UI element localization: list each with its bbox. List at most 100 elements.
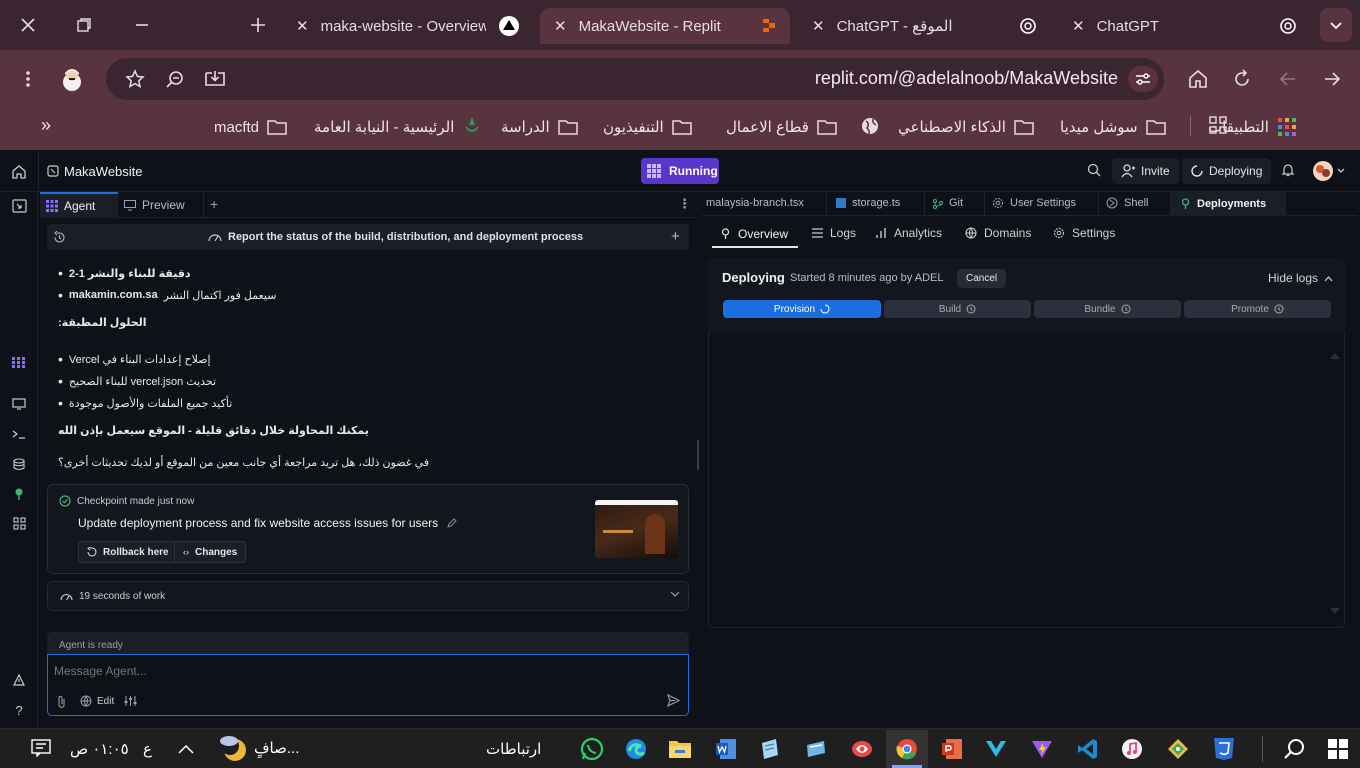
tab-agent[interactable]: Agent	[40, 192, 118, 218]
itunes-icon[interactable]	[1118, 735, 1146, 763]
more-bookmarks-icon[interactable]: »	[34, 113, 58, 137]
tab-git[interactable]: Git	[932, 197, 963, 209]
tab-user-settings[interactable]: User Settings	[992, 197, 1076, 209]
new-thread-icon[interactable]: +	[671, 228, 680, 245]
bookmark-folder[interactable]: الدراسة	[501, 113, 578, 141]
bookmark-link[interactable]: الرئيسية - النيابة العامة	[314, 113, 482, 141]
chevron-down-icon[interactable]	[670, 590, 680, 598]
files-toggle-icon[interactable]	[11, 198, 27, 214]
bell-icon[interactable]	[1280, 162, 1296, 178]
zoom-icon[interactable]	[164, 68, 186, 90]
browser-tab[interactable]: ✕ ChatGPT	[1058, 8, 1312, 44]
rollback-button[interactable]: Rollback here	[78, 541, 178, 563]
add-tab-icon[interactable]: +	[210, 196, 218, 212]
nav-overview[interactable]: Overview	[712, 222, 798, 248]
browser-tab-active[interactable]: ✕ MakaWebsite - Replit	[540, 8, 790, 44]
nav-logs[interactable]: Logs	[812, 226, 856, 240]
tab-deployments[interactable]: Deployments	[1170, 192, 1286, 216]
site-settings-icon[interactable]	[1128, 66, 1158, 92]
edit-mode-button[interactable]: Edit	[80, 695, 114, 707]
bookmark-folder[interactable]: سوشل ميديا	[1060, 113, 1166, 141]
app-icon[interactable]	[802, 735, 830, 763]
scroll-down-icon[interactable]	[1330, 608, 1340, 615]
back-arrow-icon[interactable]	[1320, 67, 1344, 91]
scroll-up-icon[interactable]	[1330, 352, 1340, 359]
tab-file[interactable]: storage.ts	[836, 197, 900, 209]
user-avatar[interactable]	[1310, 158, 1346, 184]
vscode-icon[interactable]	[1074, 735, 1102, 763]
restore-window-icon[interactable]	[70, 12, 98, 38]
browser-tab[interactable]: ✕ maka-website - Overview	[282, 8, 534, 44]
close-tab-icon[interactable]: ✕	[1072, 17, 1085, 35]
hide-logs-button[interactable]: Hide logs	[1268, 271, 1333, 285]
send-icon[interactable]	[667, 694, 680, 707]
bookmark-folder[interactable]: قطاع الاعمال	[726, 113, 837, 141]
changes-button[interactable]: ‹› Changes	[174, 541, 247, 563]
agent-icon[interactable]	[11, 356, 27, 370]
profile-avatar[interactable]	[58, 64, 86, 94]
menu-kebab-icon[interactable]	[14, 66, 42, 92]
tab-groups-icon[interactable]	[1208, 115, 1228, 135]
install-app-icon[interactable]	[203, 68, 227, 90]
forward-arrow-icon[interactable]	[1276, 67, 1300, 91]
weather-widget[interactable]: صافٍ...	[218, 733, 299, 763]
pane-resize-handle[interactable]	[697, 440, 699, 470]
message-input[interactable]	[54, 662, 674, 680]
reload-icon[interactable]	[1230, 67, 1254, 91]
app-icon[interactable]	[756, 735, 784, 763]
checkpoint-thumbnail[interactable]	[595, 500, 678, 558]
attach-icon[interactable]	[55, 694, 67, 708]
deploying-button[interactable]: Deploying	[1182, 158, 1272, 184]
work-summary[interactable]: 19 seconds of work	[47, 581, 689, 611]
home-icon[interactable]	[10, 163, 28, 181]
minimize-window-icon[interactable]	[128, 12, 156, 38]
bug-icon[interactable]	[11, 672, 27, 688]
language-indicator[interactable]: ع	[143, 740, 152, 758]
clock-text[interactable]: ٠١:٠٥ ص	[70, 740, 129, 758]
browser-tab[interactable]: ✕ ChatGPT - الموقع	[798, 8, 1052, 44]
app-icon[interactable]	[1164, 735, 1192, 763]
vscode-alt-icon[interactable]	[982, 735, 1010, 763]
help-icon[interactable]: ?	[11, 702, 27, 718]
nav-domains[interactable]: Domains	[965, 226, 1031, 240]
nav-analytics[interactable]: Analytics	[876, 226, 942, 240]
whatsapp-icon[interactable]	[578, 735, 606, 763]
sliders-icon[interactable]	[124, 695, 137, 707]
history-icon[interactable]	[52, 230, 66, 244]
edge-icon[interactable]	[622, 735, 650, 763]
preview-icon[interactable]	[11, 397, 27, 411]
notifications-icon[interactable]	[30, 738, 52, 758]
word-icon[interactable]	[712, 735, 740, 763]
panel-menu-icon[interactable]: ⋮	[678, 196, 691, 212]
vite-icon[interactable]	[1028, 735, 1056, 763]
tab-file[interactable]: malaysia-branch.tsx	[706, 197, 804, 209]
all-tools-icon[interactable]	[11, 515, 27, 531]
home-icon[interactable]	[1186, 67, 1210, 91]
search-icon[interactable]	[1280, 735, 1308, 763]
search-icon[interactable]	[1086, 162, 1102, 178]
run-status-button[interactable]: Running	[641, 158, 719, 184]
new-tab-icon[interactable]	[244, 12, 272, 38]
tab-preview[interactable]: Preview	[118, 192, 204, 218]
links-toolbar[interactable]: ارتباطات	[486, 740, 541, 758]
bookmark-star-icon[interactable]	[124, 68, 146, 90]
css3-icon[interactable]	[1210, 735, 1238, 763]
close-tab-icon[interactable]: ✕	[296, 17, 309, 35]
bookmark-folder[interactable]: الذكاء الاصطناعي	[898, 113, 1034, 141]
windows-start-icon[interactable]	[1324, 735, 1352, 763]
invite-button[interactable]: Invite	[1112, 158, 1179, 184]
close-tab-icon[interactable]: ✕	[554, 17, 567, 35]
tab-search-chevron-icon[interactable]	[1320, 8, 1352, 42]
pencil-icon[interactable]	[446, 517, 458, 529]
app-icon[interactable]	[848, 735, 876, 763]
close-window-icon[interactable]	[14, 12, 42, 38]
console-icon[interactable]	[11, 427, 27, 441]
close-tab-icon[interactable]: ✕	[812, 17, 825, 35]
nav-settings[interactable]: Settings	[1053, 226, 1115, 240]
file-explorer-icon[interactable]	[666, 735, 694, 763]
deployments-icon[interactable]	[11, 487, 27, 501]
bookmark-folder[interactable]: التنفيذيون	[603, 113, 692, 141]
chevron-up-icon[interactable]	[176, 740, 196, 758]
cancel-button[interactable]: Cancel	[957, 269, 1007, 288]
bookmark-folder[interactable]: macftd	[214, 113, 287, 141]
